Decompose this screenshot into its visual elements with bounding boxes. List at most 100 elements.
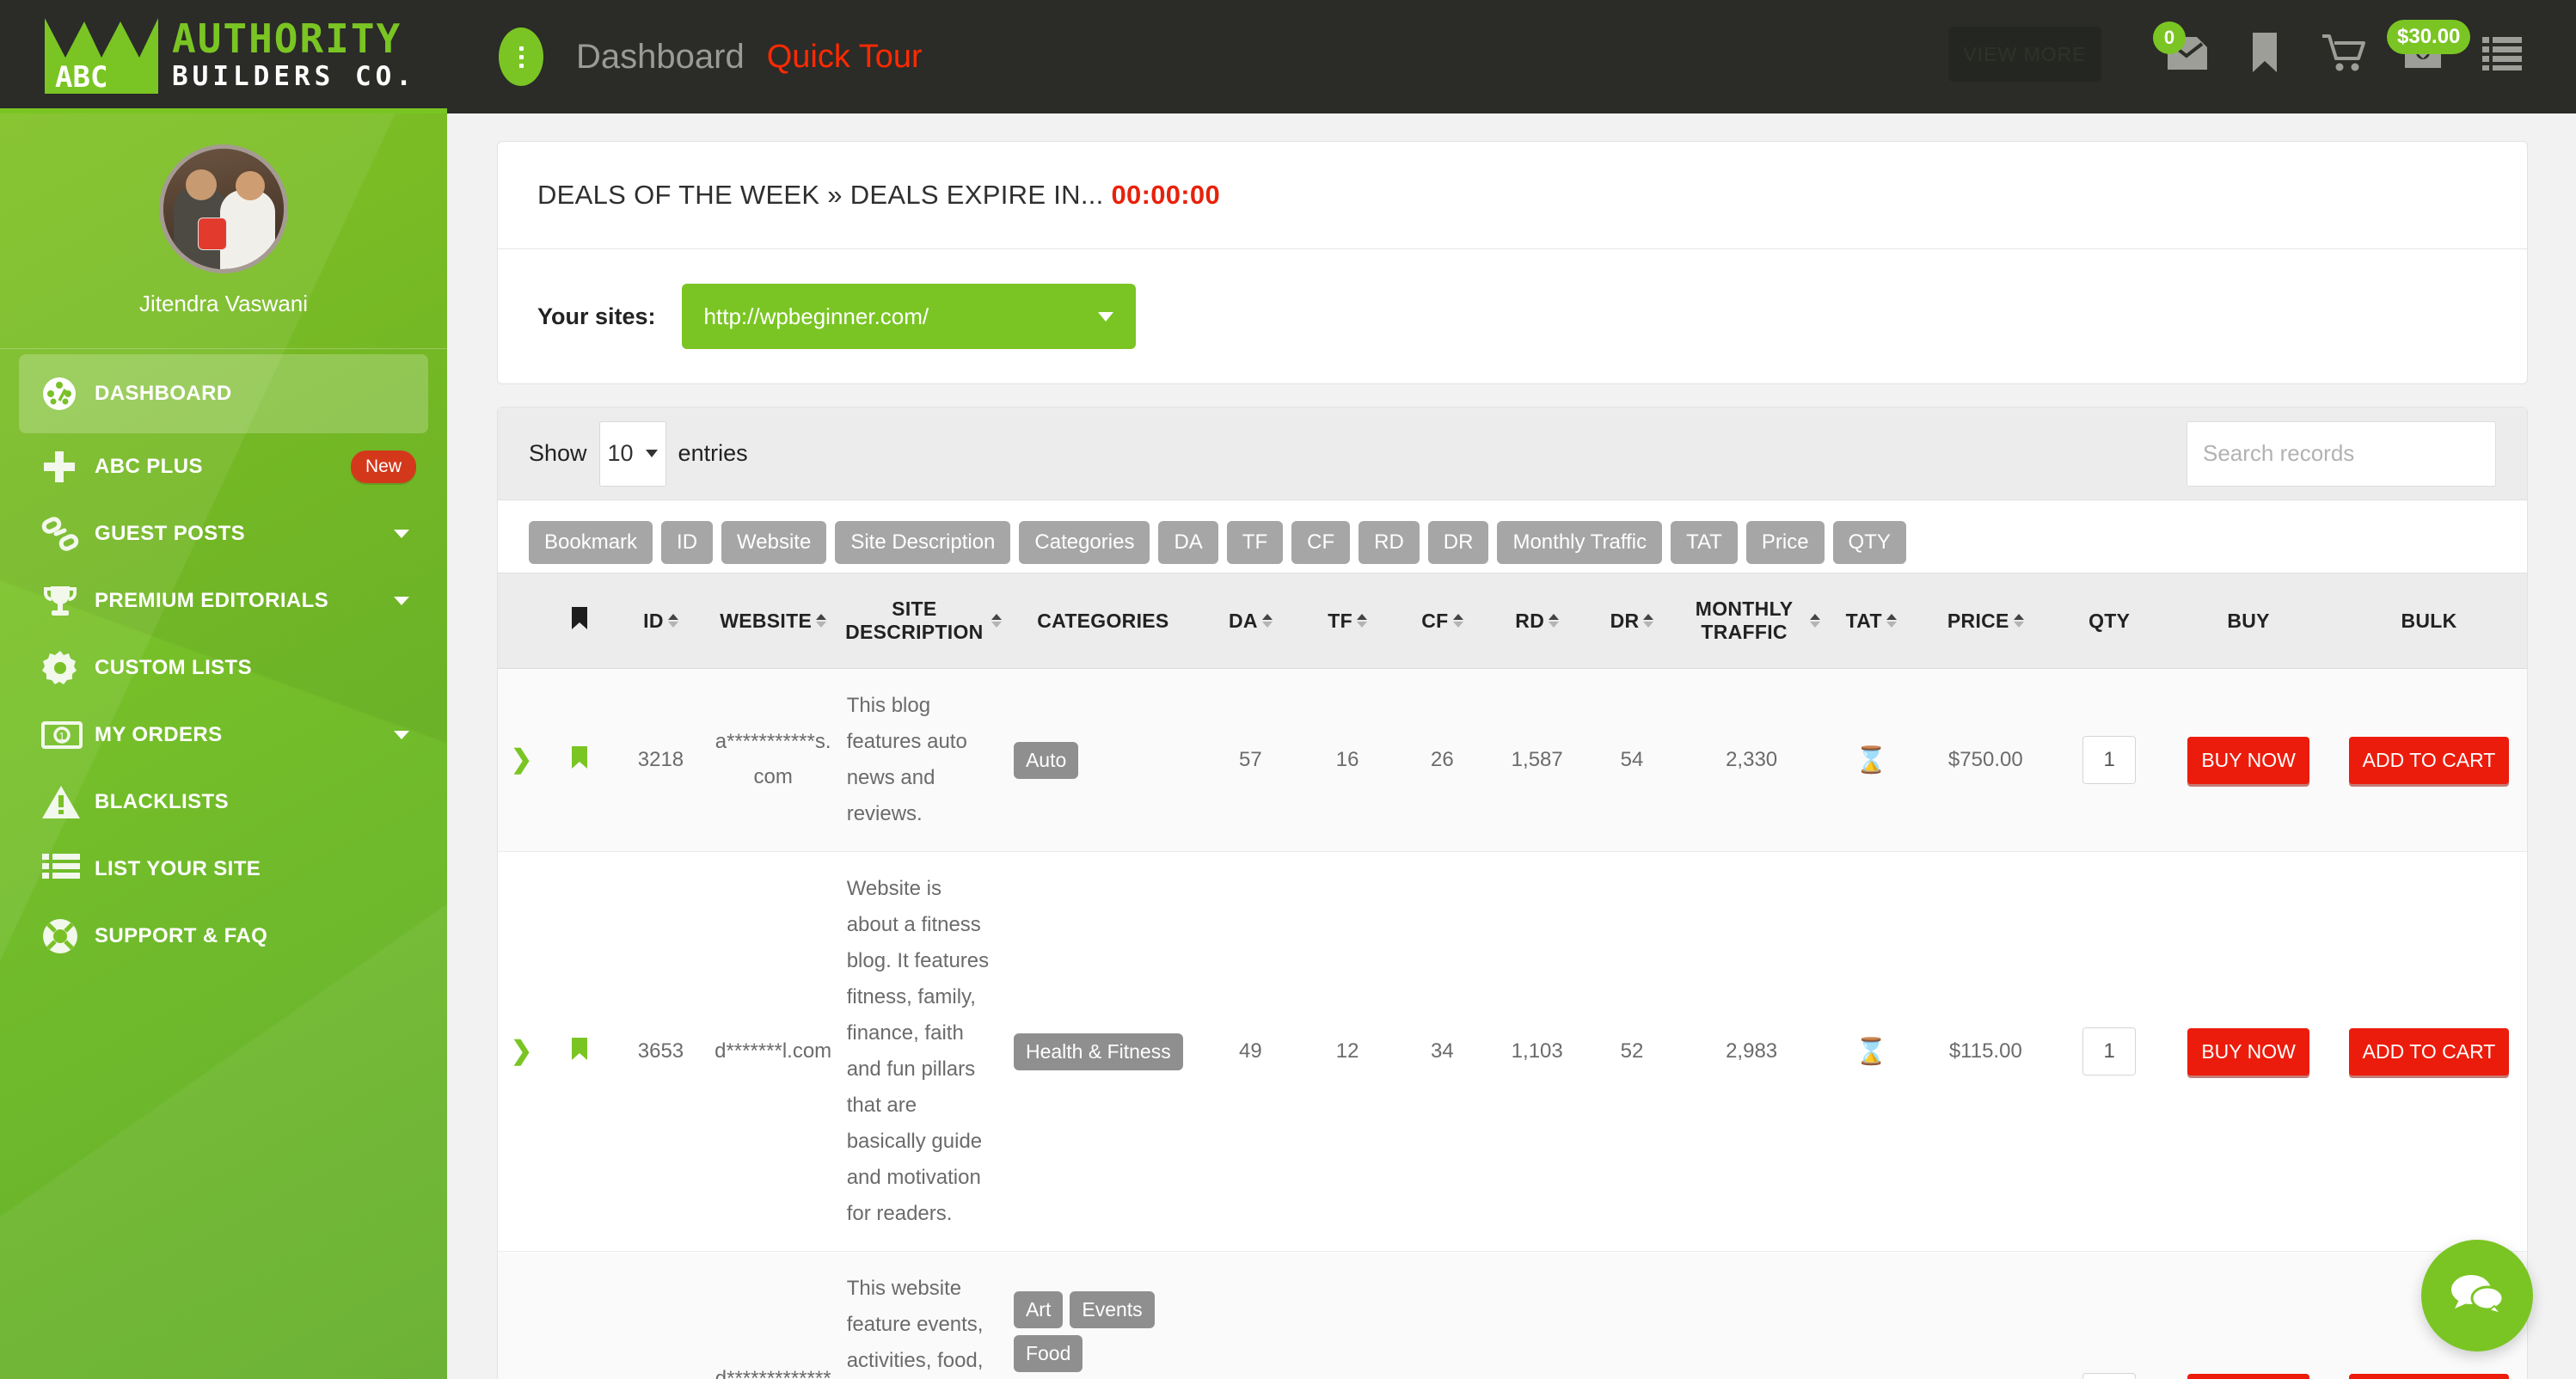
buy-now-button[interactable]: BUY NOW xyxy=(2187,1373,2309,1379)
row-dr: 52 xyxy=(1584,851,1680,1252)
category-tag[interactable]: Health & Fitness xyxy=(1013,1033,1183,1070)
table-row[interactable]: ❯ 3237 d*************a.com This website … xyxy=(498,1251,2527,1379)
row-expand-toggle[interactable]: ❯ xyxy=(498,851,546,1252)
column-toggle-price[interactable]: Price xyxy=(1745,521,1825,564)
row-cf: 34 xyxy=(1395,851,1490,1252)
quick-tour-link[interactable]: Quick Tour xyxy=(767,39,923,76)
th-tat[interactable]: TAT xyxy=(1824,573,1919,669)
th-id[interactable]: ID xyxy=(613,573,708,669)
th-categories[interactable]: CATEGORIES xyxy=(1004,573,1201,669)
wallet-button[interactable]: $30.00 xyxy=(2383,15,2471,94)
sidebar-item-list-your-site[interactable]: LIST YOUR SITE xyxy=(19,836,428,903)
buy-now-button[interactable]: BUY NOW xyxy=(2187,1027,2309,1076)
chevron-right-icon[interactable]: ❯ xyxy=(511,1037,532,1065)
site-select[interactable]: http://wpbeginner.com/ xyxy=(681,284,1136,349)
th-price[interactable]: PRICE xyxy=(1918,573,2053,669)
column-toggle-website[interactable]: Website xyxy=(721,521,827,564)
sidebar-item-support-faq[interactable]: SUPPORT & FAQ xyxy=(19,903,428,970)
column-toggle-da[interactable]: DA xyxy=(1158,521,1218,564)
view-more-button[interactable]: VIEW MORE xyxy=(1948,27,2101,82)
search-input[interactable] xyxy=(2187,420,2496,487)
sidebar-item-premium-editorials[interactable]: PREMIUM EDITORIALS xyxy=(19,567,428,634)
row-rd: 60 xyxy=(1489,1251,1585,1379)
bookmarks-button[interactable] xyxy=(2225,15,2304,94)
brand-logo[interactable]: ABC AUTHORITY BUILDERS CO. xyxy=(0,0,447,113)
column-toggle-tf[interactable]: TF xyxy=(1226,521,1284,564)
th-cf[interactable]: CF xyxy=(1395,573,1490,669)
th-label: TAT xyxy=(1845,609,1882,632)
row-bookmark-toggle[interactable] xyxy=(545,1251,614,1379)
row-tf: 18 xyxy=(1299,1251,1395,1379)
th-da[interactable]: DA xyxy=(1200,573,1300,669)
qty-input[interactable] xyxy=(2082,1027,2137,1076)
row-expand-toggle[interactable]: ❯ xyxy=(498,668,546,852)
th-rd[interactable]: RD xyxy=(1489,573,1585,669)
sidebar-item-abc-plus[interactable]: ABC PLUS New xyxy=(19,433,428,500)
messages-button[interactable]: 0 xyxy=(2146,15,2225,94)
money-bill-icon: 1 xyxy=(41,718,95,752)
list-menu-button[interactable] xyxy=(2463,15,2542,94)
th-tf[interactable]: TF xyxy=(1299,573,1395,669)
your-sites-label: Your sites: xyxy=(537,303,656,329)
column-toggle-dr[interactable]: DR xyxy=(1427,521,1489,564)
sidebar-item-guest-posts[interactable]: GUEST POSTS xyxy=(19,500,428,567)
cart-button[interactable] xyxy=(2304,15,2383,94)
sidebar-item-dashboard[interactable]: DASHBOARD xyxy=(19,354,428,433)
row-description: This website feature events, activities,… xyxy=(837,1251,1005,1379)
sidebar-item-blacklists[interactable]: BLACKLISTS xyxy=(19,769,428,836)
column-toggle-rd[interactable]: RD xyxy=(1359,521,1420,564)
crown-abc-logo-icon: ABC xyxy=(41,13,162,95)
th-site-description[interactable]: SITE DESCRIPTION xyxy=(837,573,1005,669)
entries-label: entries xyxy=(678,440,748,466)
row-categories: Auto xyxy=(1004,668,1201,852)
main-content: DEALS OF THE WEEK » DEALS EXPIRE IN... 0… xyxy=(447,113,2576,1379)
sort-icon xyxy=(991,614,1002,628)
th-monthly-traffic[interactable]: MONTHLY TRAFFIC xyxy=(1679,573,1825,669)
table-body: ❯ 3218 a***********s.com This blog featu… xyxy=(498,668,2527,1379)
column-toggle-monthly-traffic[interactable]: Monthly Traffic xyxy=(1497,521,1663,564)
column-toggle-cf[interactable]: CF xyxy=(1291,521,1351,564)
category-tag[interactable]: Auto xyxy=(1013,741,1079,779)
dashboard-gauge-icon xyxy=(41,376,95,412)
bookmark-icon xyxy=(2250,31,2279,78)
brand-wordmark: AUTHORITY BUILDERS CO. xyxy=(172,19,416,90)
category-tag[interactable]: Art xyxy=(1013,1290,1064,1328)
chevron-down-icon[interactable] xyxy=(394,530,409,538)
column-toggle-id[interactable]: ID xyxy=(661,521,714,564)
trophy-icon xyxy=(41,582,95,620)
th-website[interactable]: WEBSITE xyxy=(708,573,838,669)
entries-select[interactable]: 10 xyxy=(598,420,666,487)
chat-widget-button[interactable] xyxy=(2421,1240,2533,1351)
category-tag[interactable]: Food xyxy=(1013,1334,1083,1372)
kebab-menu-icon[interactable] xyxy=(499,28,543,86)
table-row[interactable]: ❯ 3653 d*******l.com Website is about a … xyxy=(498,851,2527,1252)
row-expand-toggle[interactable]: ❯ xyxy=(498,1251,546,1379)
column-toggle-site-description[interactable]: Site Description xyxy=(835,521,1011,564)
add-to-cart-button[interactable]: ADD TO CART xyxy=(2348,736,2510,784)
chevron-down-icon[interactable] xyxy=(394,597,409,605)
chevron-down-icon[interactable] xyxy=(394,731,409,739)
column-toggle-bookmark[interactable]: Bookmark xyxy=(529,521,653,564)
row-qty xyxy=(2052,851,2167,1252)
table-header-row: ID WEBSITE SITE DESCRIPTION CATEGORIES D… xyxy=(498,573,2527,669)
deals-header: DEALS OF THE WEEK » DEALS EXPIRE IN... 0… xyxy=(498,142,2527,249)
row-bookmark-toggle[interactable] xyxy=(545,668,614,852)
table-row[interactable]: ❯ 3218 a***********s.com This blog featu… xyxy=(498,668,2527,852)
column-toggle-qty[interactable]: QTY xyxy=(1832,521,1906,564)
qty-input[interactable] xyxy=(2082,736,2137,784)
row-bookmark-toggle[interactable] xyxy=(545,851,614,1252)
chevron-down-icon xyxy=(1097,311,1113,322)
chevron-right-icon[interactable]: ❯ xyxy=(511,745,532,774)
column-toggle-tat[interactable]: TAT xyxy=(1671,521,1738,564)
column-toggle-categories[interactable]: Categories xyxy=(1019,521,1150,564)
buy-now-button[interactable]: BUY NOW xyxy=(2187,736,2309,784)
qty-input[interactable] xyxy=(2082,1373,2137,1379)
th-dr[interactable]: DR xyxy=(1584,573,1680,669)
sidebar-item-my-orders[interactable]: 1 MY ORDERS xyxy=(19,702,428,769)
add-to-cart-button[interactable]: ADD TO CART xyxy=(2348,1373,2510,1379)
sidebar-item-custom-lists[interactable]: CUSTOM LISTS xyxy=(19,634,428,702)
th-bookmark[interactable] xyxy=(545,573,614,669)
add-to-cart-button[interactable]: ADD TO CART xyxy=(2348,1027,2510,1076)
row-cf: 25 xyxy=(1395,1251,1490,1379)
category-tag[interactable]: Events xyxy=(1070,1290,1155,1328)
